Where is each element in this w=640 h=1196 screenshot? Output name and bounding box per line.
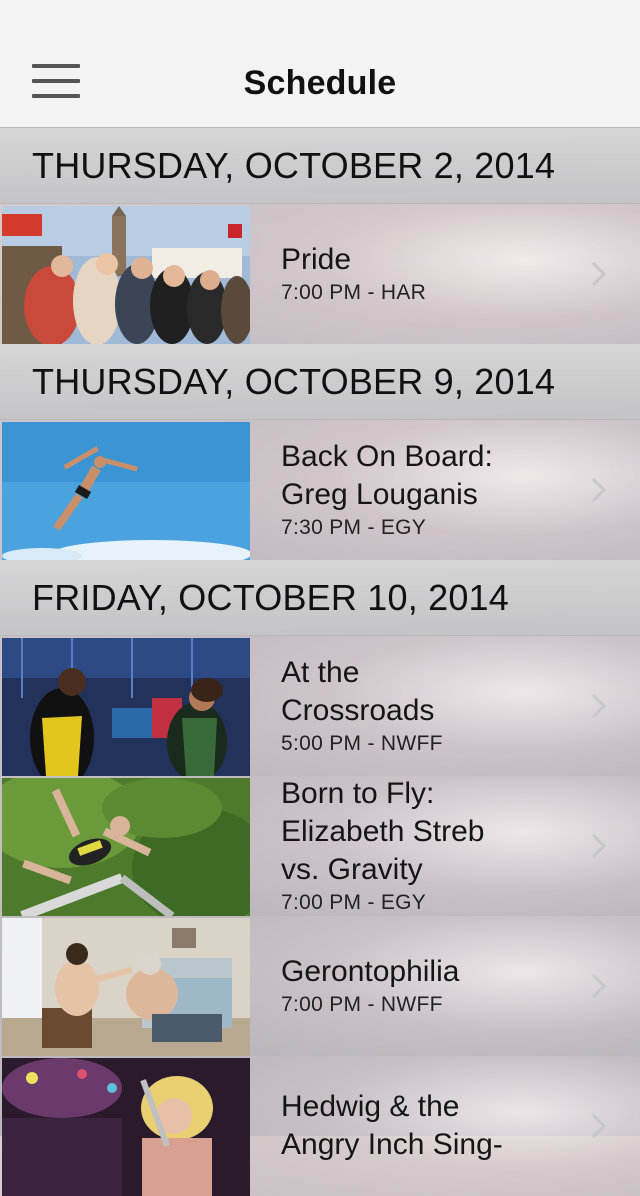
film-row-back-on-board[interactable]: Back On Board: Greg Louganis 7:30 PM - E… [0, 420, 640, 560]
page-title: Schedule [243, 64, 397, 102]
film-thumbnail-at-the-crossroads [2, 638, 250, 776]
film-info: Hedwig & the Angry Inch Sing- [281, 1056, 580, 1196]
film-showtime: 7:30 PM - EGY [281, 516, 427, 539]
film-row-hedwig[interactable]: Hedwig & the Angry Inch Sing- [0, 1056, 640, 1196]
film-showtime: 7:00 PM - EGY [281, 891, 427, 914]
film-title: Hedwig & the [281, 1090, 460, 1123]
chevron-right-icon [590, 476, 608, 504]
film-thumbnail-back-on-board [2, 422, 250, 560]
film-title: Back On Board: [281, 440, 493, 473]
schedule-list[interactable]: THURSDAY, OCTOBER 2, 2014 Pride 7:00 PM … [0, 128, 640, 1196]
navigation-bar: Schedule [0, 0, 640, 128]
film-thumbnail-pride [2, 206, 250, 344]
film-row-pride[interactable]: Pride 7:00 PM - HAR [0, 204, 640, 344]
chevron-right-icon [590, 832, 608, 860]
chevron-right-icon [590, 692, 608, 720]
film-info: Back On Board: Greg Louganis 7:30 PM - E… [281, 420, 580, 560]
film-row-born-to-fly[interactable]: Born to Fly: Elizabeth Streb vs. Gravity… [0, 776, 640, 916]
film-title: Angry Inch Sing- [281, 1128, 503, 1161]
film-title: Greg Louganis [281, 478, 478, 511]
film-showtime: 7:00 PM - HAR [281, 281, 427, 304]
section-header-date: FRIDAY, OCTOBER 10, 2014 [0, 560, 640, 636]
film-title: Elizabeth Streb [281, 815, 485, 848]
film-title: Gerontophilia [281, 955, 460, 988]
film-row-gerontophilia[interactable]: Gerontophilia 7:00 PM - NWFF [0, 916, 640, 1056]
film-thumbnail-hedwig [2, 1058, 250, 1196]
film-thumbnail-gerontophilia [2, 918, 250, 1056]
film-title: Crossroads [281, 694, 435, 727]
film-title: vs. Gravity [281, 853, 423, 886]
chevron-right-icon [590, 972, 608, 1000]
chevron-right-icon [590, 260, 608, 288]
film-row-at-the-crossroads[interactable]: At the Crossroads 5:00 PM - NWFF [0, 636, 640, 776]
film-title: At the [281, 656, 360, 689]
film-thumbnail-born-to-fly [2, 778, 250, 916]
film-info: Gerontophilia 7:00 PM - NWFF [281, 916, 580, 1056]
film-info: At the Crossroads 5:00 PM - NWFF [281, 636, 580, 776]
film-title: Born to Fly: [281, 777, 435, 810]
section-header-date: THURSDAY, OCTOBER 9, 2014 [0, 344, 640, 420]
film-showtime: 5:00 PM - NWFF [281, 732, 443, 755]
film-title: Pride [281, 243, 352, 276]
film-info: Born to Fly: Elizabeth Streb vs. Gravity… [281, 776, 580, 916]
film-showtime: 7:00 PM - NWFF [281, 993, 443, 1016]
film-info: Pride 7:00 PM - HAR [281, 204, 580, 344]
section-header-date: THURSDAY, OCTOBER 2, 2014 [0, 128, 640, 204]
